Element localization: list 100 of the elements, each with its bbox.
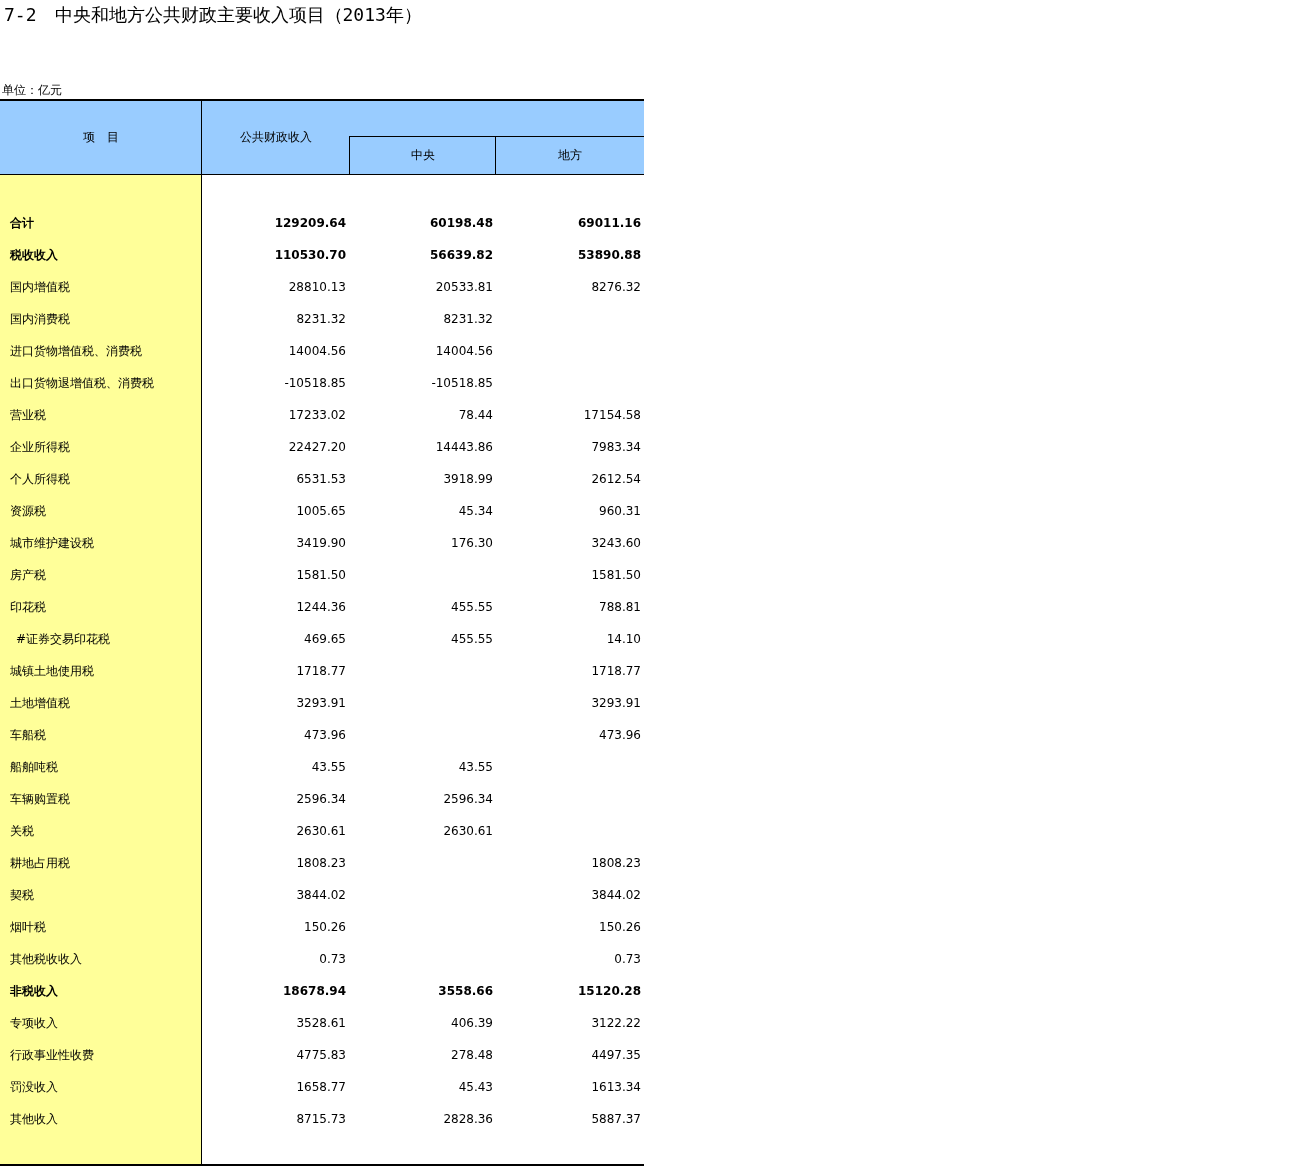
table-cell: 43.55 — [311, 760, 346, 774]
table-cell: 28810.13 — [288, 280, 346, 294]
table-cell: 110530.70 — [274, 248, 346, 262]
table-cell: 1718.77 — [296, 664, 346, 678]
table-cell: 43.55 — [458, 760, 493, 774]
row-label: 耕地占用税 — [10, 854, 70, 872]
table-cell: 17233.02 — [288, 408, 346, 422]
table-cell: 1718.77 — [591, 664, 641, 678]
table-cell: 14.10 — [606, 632, 641, 646]
table-cell: 1581.50 — [296, 568, 346, 582]
row-label: 城镇土地使用税 — [10, 662, 94, 680]
table-cell: 2630.61 — [443, 824, 493, 838]
row-label: 罚没收入 — [10, 1078, 58, 1096]
table-cell: 1808.23 — [296, 856, 346, 870]
table-cell: 4775.83 — [296, 1048, 346, 1062]
table-cell: 1244.36 — [296, 600, 346, 614]
row-label: 进口货物增值税、消费税 — [10, 342, 142, 360]
row-label: 其他税收收入 — [10, 950, 82, 968]
table-cell: 3528.61 — [296, 1016, 346, 1030]
table-cell: 150.26 — [304, 920, 346, 934]
table-cell: 3918.99 — [443, 472, 493, 486]
row-label: 船舶吨税 — [10, 758, 58, 776]
table-cell: 3293.91 — [296, 696, 346, 710]
row-label: 国内增值税 — [10, 278, 70, 296]
table-cell: 1658.77 — [296, 1080, 346, 1094]
column-header: 地方 — [557, 147, 583, 164]
table-cell: 8715.73 — [296, 1112, 346, 1126]
table-cell: 53890.88 — [578, 248, 641, 262]
table-cell: 8231.32 — [296, 312, 346, 326]
table-cell: 7983.34 — [591, 440, 641, 454]
table-cell: 2612.54 — [591, 472, 641, 486]
table-cell: 20533.81 — [435, 280, 493, 294]
row-label: 营业税 — [10, 406, 46, 424]
table-cell: 2828.36 — [443, 1112, 493, 1126]
table-cell: 8231.32 — [443, 312, 493, 326]
row-label: 个人所得税 — [10, 470, 70, 488]
table-cell: 129209.64 — [274, 216, 346, 230]
table-cell: 1808.23 — [591, 856, 641, 870]
row-label: 企业所得税 — [10, 438, 70, 456]
table-cell: 6531.53 — [296, 472, 346, 486]
unit-label: 单位：亿元 — [1, 82, 63, 99]
row-label: 其他收入 — [10, 1110, 58, 1128]
table-cell: 1613.34 — [591, 1080, 641, 1094]
row-label: 关税 — [10, 822, 34, 840]
table-cell: 150.26 — [599, 920, 641, 934]
table-cell: 0.73 — [319, 952, 346, 966]
table-cell: 3419.90 — [296, 536, 346, 550]
table-cell: 14004.56 — [288, 344, 346, 358]
table-cell: 2630.61 — [296, 824, 346, 838]
row-label: 合计 — [10, 214, 34, 232]
row-label: 专项收入 — [10, 1014, 58, 1032]
row-label: 资源税 — [10, 502, 46, 520]
column-header: 公共财政收入 — [238, 129, 313, 146]
table-cell: 17154.58 — [583, 408, 641, 422]
row-label: 契税 — [10, 886, 34, 904]
table-cell: 60198.48 — [430, 216, 493, 230]
row-label: 税收收入 — [10, 246, 58, 264]
row-label: #证券交易印花税 — [16, 630, 111, 648]
row-label: 土地增值税 — [10, 694, 70, 712]
table-cell: 78.44 — [458, 408, 493, 422]
table-cell: 473.96 — [304, 728, 346, 742]
table-cell: 455.55 — [451, 600, 493, 614]
table-cell: 56639.82 — [430, 248, 493, 262]
table-cell: 18678.94 — [283, 984, 346, 998]
column-header: 项 目 — [0, 101, 202, 174]
table-cell: 3558.66 — [438, 984, 493, 998]
table-title: 7-2 中央和地方公共财政主要收入项目（2013年） — [3, 3, 423, 27]
row-label: 印花税 — [10, 598, 46, 616]
table-cell: 176.30 — [451, 536, 493, 550]
row-label: 城市维护建设税 — [10, 534, 94, 552]
table-cell: 788.81 — [599, 600, 641, 614]
table-cell: 960.31 — [599, 504, 641, 518]
table-cell: 45.43 — [458, 1080, 493, 1094]
table-cell: 69011.16 — [578, 216, 641, 230]
table-cell: 3844.02 — [296, 888, 346, 902]
table-cell: 3844.02 — [591, 888, 641, 902]
row-label: 国内消费税 — [10, 310, 70, 328]
table-cell: 3243.60 — [591, 536, 641, 550]
table-cell: 2596.34 — [296, 792, 346, 806]
table-cell: 0.73 — [614, 952, 641, 966]
table-cell: 2596.34 — [443, 792, 493, 806]
table-cell: -10518.85 — [431, 376, 493, 390]
table-cell: 1581.50 — [591, 568, 641, 582]
table-cell: 5887.37 — [591, 1112, 641, 1126]
table-cell: 3293.91 — [591, 696, 641, 710]
table-cell: 473.96 — [599, 728, 641, 742]
row-label: 房产税 — [10, 566, 46, 584]
table-cell: 3122.22 — [591, 1016, 641, 1030]
table-cell: 22427.20 — [288, 440, 346, 454]
table-cell: 14004.56 — [435, 344, 493, 358]
table-cell: 1005.65 — [296, 504, 346, 518]
table-cell: 14443.86 — [435, 440, 493, 454]
table-cell: 15120.28 — [578, 984, 641, 998]
table-cell: 8276.32 — [591, 280, 641, 294]
table-cell: 455.55 — [451, 632, 493, 646]
table-cell: 278.48 — [451, 1048, 493, 1062]
table-cell: 45.34 — [458, 504, 493, 518]
row-label: 烟叶税 — [10, 918, 46, 936]
table-cell: 406.39 — [451, 1016, 493, 1030]
row-label: 车船税 — [10, 726, 46, 744]
